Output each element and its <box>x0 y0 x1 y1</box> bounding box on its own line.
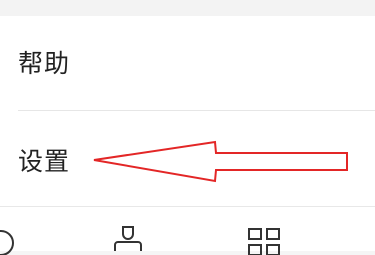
menu-item-settings[interactable]: 设置 <box>0 114 375 206</box>
menu-item-settings-label: 设置 <box>18 147 71 176</box>
menu-item-help[interactable]: 帮助 <box>0 16 375 108</box>
grid-icon[interactable] <box>247 225 283 255</box>
menu-divider <box>18 110 375 111</box>
top-strip <box>0 0 375 16</box>
person-icon[interactable] <box>112 225 144 255</box>
circle-icon[interactable] <box>0 225 18 255</box>
menu-item-help-label: 帮助 <box>18 49 71 78</box>
bottom-tab-bar <box>0 206 375 255</box>
